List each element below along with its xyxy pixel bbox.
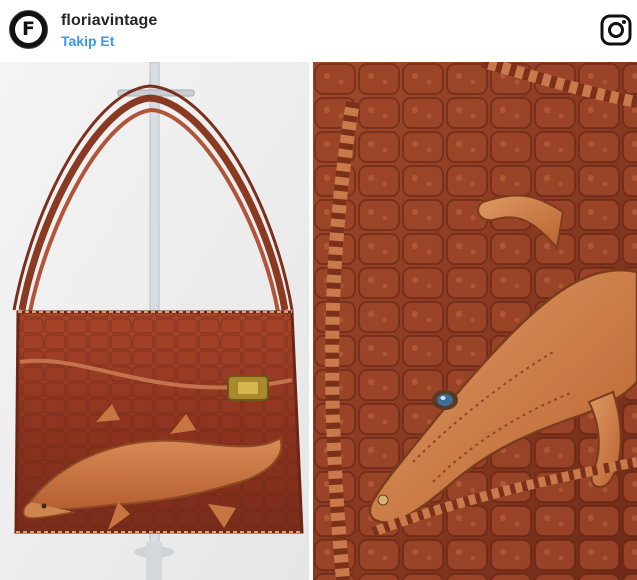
post-image-left[interactable] (0, 62, 309, 580)
follow-link[interactable]: Takip Et (61, 33, 114, 49)
post-image-right[interactable] (313, 62, 637, 580)
avatar[interactable]: F (9, 10, 48, 49)
post-header: F floriavintage Takip Et (0, 0, 637, 62)
brand-logo-icon: F (15, 16, 42, 43)
instagram-icon[interactable] (600, 14, 632, 46)
username[interactable]: floriavintage (61, 12, 157, 30)
